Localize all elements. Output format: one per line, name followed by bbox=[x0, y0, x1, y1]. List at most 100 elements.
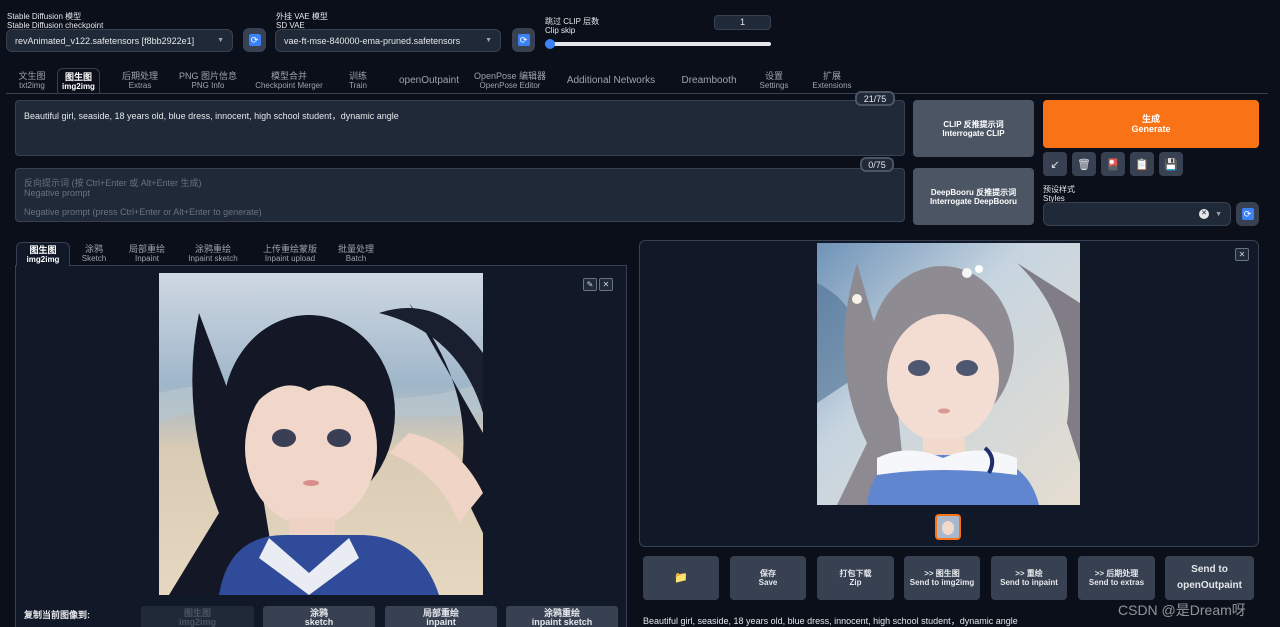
refresh-checkpoint-button[interactable]: ⟳ bbox=[243, 28, 266, 52]
label: Checkpoint Merger bbox=[255, 81, 323, 90]
output-zip-button[interactable]: 打包下载 Zip bbox=[817, 556, 894, 600]
tab-txt2img[interactable]: 文生图 txt2img bbox=[7, 68, 57, 94]
vae-dropdown[interactable]: vae-ft-mse-840000-ema-pruned.safetensors… bbox=[275, 29, 501, 52]
tab-openpose-editor[interactable]: OpenPose 编辑器 OpenPose Editor bbox=[470, 68, 550, 94]
save-style-button[interactable]: 💾 bbox=[1159, 152, 1183, 176]
read-params-icon: ↙ bbox=[1050, 158, 1060, 171]
copy-to-inpaint-sketch-button[interactable]: 涂鸦重绘 inpaint sketch bbox=[506, 606, 618, 627]
interrogate-deepbooru-button[interactable]: DeepBooru 反推提示词 Interrogate DeepBooru bbox=[913, 168, 1034, 225]
tabs-divider bbox=[6, 93, 1268, 94]
label: img2img bbox=[26, 255, 60, 264]
subtab-inpaint-sketch[interactable]: 涂鸦重绘 Inpaint sketch bbox=[180, 242, 246, 266]
output-openoutpaint-button[interactable]: Send to openOutpaint bbox=[1165, 556, 1254, 600]
styles-label: 预设样式 Styles bbox=[1043, 185, 1075, 203]
label: Send to extras bbox=[1088, 578, 1145, 587]
label: sketch bbox=[304, 617, 334, 627]
output-image[interactable] bbox=[817, 243, 1080, 505]
label: 图生图 bbox=[29, 245, 57, 255]
subtab-inpaint[interactable]: 局部重绘 Inpaint bbox=[118, 242, 176, 266]
tab-png-info[interactable]: PNG 图片信息 PNG Info bbox=[170, 68, 246, 94]
tab-dreambooth[interactable]: Dreambooth bbox=[672, 68, 746, 94]
tab-openoutpaint[interactable]: openOutpaint bbox=[382, 68, 476, 94]
edit-icon[interactable]: ✎ bbox=[583, 278, 597, 291]
subtab-img2img[interactable]: 图生图 img2img bbox=[16, 242, 70, 266]
copy-to-inpaint-button[interactable]: 局部重绘 inpaint bbox=[385, 606, 497, 627]
trash-button[interactable]: 🗑 bbox=[1072, 152, 1096, 176]
refresh-vae-button[interactable]: ⟳ bbox=[512, 28, 535, 52]
open-folder-button[interactable]: 📁 bbox=[643, 556, 719, 600]
clip-skip-slider-track[interactable] bbox=[545, 42, 771, 46]
label: PNG Info bbox=[191, 81, 225, 90]
styles-dropdown[interactable]: ✕ ▼ bbox=[1043, 202, 1231, 226]
subtab-inpaint-upload[interactable]: 上传重绘蒙版 Inpaint upload bbox=[250, 242, 330, 266]
label: 上传重绘蒙版 bbox=[262, 244, 317, 254]
label: 设置 bbox=[764, 71, 783, 81]
read-params-button[interactable]: ↙ bbox=[1043, 152, 1067, 176]
tab-settings[interactable]: 设置 Settings bbox=[750, 68, 798, 94]
clipboard-icon: 📋 bbox=[1135, 158, 1149, 171]
label: Inpaint upload bbox=[264, 254, 316, 263]
label: Send to img2img bbox=[909, 578, 975, 587]
clipboard-button[interactable]: 📋 bbox=[1130, 152, 1154, 176]
label: openOutpaint bbox=[398, 75, 460, 86]
vae-label: 外挂 VAE 模型 SD VAE bbox=[276, 12, 328, 30]
tab-img2img[interactable]: 图生图 img2img bbox=[57, 68, 100, 94]
output-thumbnail[interactable] bbox=[935, 514, 961, 540]
label: 训练 bbox=[348, 71, 367, 81]
label: openOutpaint bbox=[1177, 580, 1242, 591]
clear-icon[interactable]: ✕ bbox=[1199, 209, 1210, 219]
negative-prompt-textarea[interactable]: 反向提示词 (按 Ctrl+Enter 或 Alt+Enter 生成) Nega… bbox=[15, 168, 905, 222]
chevron-down-icon: ▼ bbox=[217, 37, 224, 44]
close-icon[interactable]: ✕ bbox=[1235, 248, 1249, 261]
label: 涂鸦 bbox=[84, 244, 103, 254]
output-send-to-inpaint-button[interactable]: >> 重绘 Send to inpaint bbox=[991, 556, 1067, 600]
label: Batch bbox=[345, 254, 367, 263]
label: >> 重绘 bbox=[1015, 569, 1043, 578]
label: 后期处理 bbox=[121, 71, 158, 81]
clip-skip-slider-thumb[interactable] bbox=[545, 39, 555, 49]
trash-icon: 🗑 bbox=[1077, 158, 1091, 171]
label: 批量处理 bbox=[337, 244, 374, 254]
checkpoint-label: Stable Diffusion 模型 Stable Diffusion che… bbox=[7, 12, 104, 30]
label: Additional Networks bbox=[566, 75, 656, 86]
label: Sketch bbox=[81, 254, 107, 263]
generate-button[interactable]: 生成 Generate bbox=[1043, 100, 1259, 148]
label: txt2img bbox=[19, 81, 45, 90]
label: Dreambooth bbox=[681, 75, 737, 86]
tab-extras[interactable]: 后期处理 Extras bbox=[115, 68, 165, 94]
tab-additional-networks[interactable]: Additional Networks bbox=[558, 68, 664, 94]
tab-extensions[interactable]: 扩展 Extensions bbox=[805, 68, 859, 94]
tab-checkpoint-merger[interactable]: 模型合并 Checkpoint Merger bbox=[248, 68, 330, 94]
label: Settings bbox=[759, 81, 789, 90]
copy-to-sketch-button[interactable]: 涂鸦 sketch bbox=[263, 606, 375, 627]
label: OpenPose 编辑器 bbox=[473, 71, 547, 81]
output-send-to-extras-button[interactable]: >> 后期处理 Send to extras bbox=[1078, 556, 1155, 600]
tab-train[interactable]: 训练 Train bbox=[340, 68, 376, 94]
label: Send to inpaint bbox=[1000, 578, 1058, 587]
input-image[interactable] bbox=[159, 273, 483, 595]
interrogate-clip-button[interactable]: CLIP 反推提示词 Interrogate CLIP bbox=[913, 100, 1034, 157]
refresh-styles-button[interactable]: ⟳ bbox=[1236, 202, 1259, 226]
output-send-to-img2img-button[interactable]: >> 图生图 Send to img2img bbox=[904, 556, 980, 600]
clip-skip-number[interactable]: 1 bbox=[714, 15, 771, 30]
label: Inpaint bbox=[134, 254, 160, 263]
close-icon[interactable]: ✕ bbox=[599, 278, 613, 291]
subtab-batch[interactable]: 批量处理 Batch bbox=[332, 242, 380, 266]
output-caption: Beautiful girl, seaside, 18 years old, b… bbox=[643, 616, 1018, 626]
label: Send to bbox=[1191, 564, 1228, 575]
copy-to-label: 复制当前图像到: bbox=[24, 610, 90, 620]
subtab-sketch[interactable]: 涂鸦 Sketch bbox=[72, 242, 116, 266]
extra-networks-button[interactable]: 🎴 bbox=[1101, 152, 1125, 176]
watermark: CSDN @是Dream呀 bbox=[1118, 602, 1246, 618]
label: Save bbox=[758, 578, 778, 587]
label: Extensions bbox=[812, 81, 852, 90]
copy-to-img2img-button[interactable]: 图生图 img2img bbox=[141, 606, 254, 627]
label: Inpaint sketch bbox=[188, 254, 238, 263]
label: 保存 bbox=[760, 569, 776, 578]
prompt-textarea[interactable]: Beautiful girl, seaside, 18 years old, b… bbox=[15, 100, 905, 156]
label: inpaint sketch bbox=[531, 617, 593, 627]
label: 涂鸦重绘 bbox=[194, 244, 231, 254]
output-save-button[interactable]: 保存 Save bbox=[730, 556, 806, 600]
checkpoint-dropdown[interactable]: revAnimated_v122.safetensors [f8bb2922e1… bbox=[6, 29, 233, 52]
save-style-icon: 💾 bbox=[1164, 158, 1178, 171]
